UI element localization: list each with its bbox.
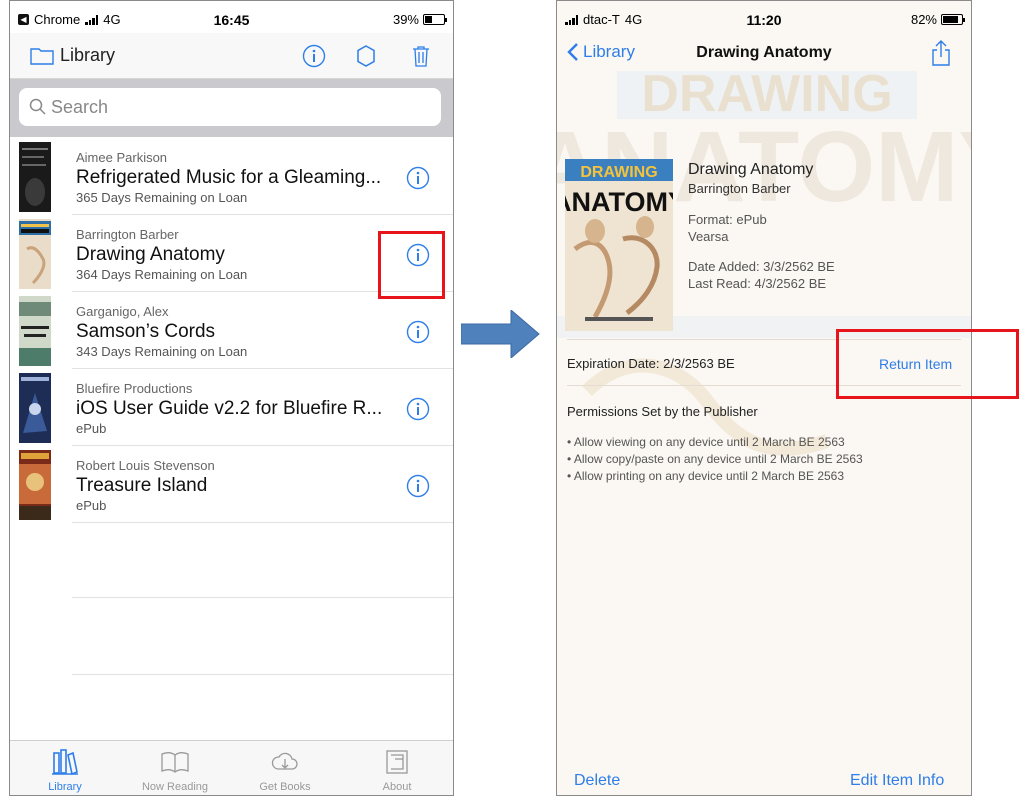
search-input[interactable]: Search [19, 88, 441, 126]
status-bar: ◀ Chrome 4G 16:45 39% [10, 1, 453, 33]
tab-about[interactable]: About [352, 741, 442, 795]
book-cover-image [19, 142, 51, 212]
book-title: Drawing Anatomy [76, 244, 225, 265]
row-divider [72, 597, 453, 598]
download-cloud-icon [271, 752, 298, 770]
info-icon[interactable] [302, 44, 326, 68]
list-item[interactable]: Robert Louis Stevenson Treasure Island e… [10, 446, 453, 523]
info-icon[interactable] [406, 166, 430, 190]
svg-text:ANATOMY: ANATOMY [565, 187, 673, 217]
tab-label: Library [48, 781, 82, 793]
library-icon [52, 749, 78, 776]
book-cover-image: DRAWING ANATOMY [565, 159, 673, 331]
book-cover-image [19, 450, 51, 520]
permission-item: • Allow viewing on any device until 2 Ma… [567, 435, 845, 449]
search-area: Search [10, 79, 453, 137]
last-read: Last Read: 4/3/2562 BE [688, 276, 827, 291]
library-nav-bar: Library [10, 33, 453, 79]
row-divider [72, 674, 453, 675]
book-author: Aimee Parkison [76, 150, 168, 165]
book-title: iOS User Guide v2.2 for Bluefire R... [76, 398, 383, 419]
edit-item-info-button[interactable]: Edit Item Info [850, 772, 944, 790]
info-icon[interactable] [406, 474, 430, 498]
search-placeholder: Search [51, 97, 109, 117]
detail-nav-bar: Library Drawing Anatomy [557, 33, 971, 73]
tab-get-books[interactable]: Get Books [240, 741, 330, 795]
book-detail: ePub [76, 498, 107, 513]
book-title: Samson’s Cords [76, 321, 216, 342]
book-list: Aimee Parkison Refrigerated Music for a … [10, 138, 453, 523]
permission-item: • Allow copy/paste on any device until 2… [567, 452, 863, 466]
book-detail: 364 Days Remaining on Loan [76, 267, 248, 282]
tab-label: Get Books [259, 781, 311, 793]
book-source: Vearsa [688, 229, 729, 244]
highlight-box [378, 231, 445, 299]
folder-icon[interactable] [30, 47, 54, 65]
book-title: Treasure Island [76, 475, 208, 496]
book-detail: 365 Days Remaining on Loan [76, 190, 248, 205]
clock: 16:45 [213, 12, 250, 28]
book-author: Barrington Barber [688, 181, 791, 196]
share-icon[interactable] [931, 39, 951, 67]
tab-bar: Library Now Reading Get Books About [10, 740, 453, 795]
battery-percent: 82% [910, 12, 937, 27]
book-title: Refrigerated Music for a Gleaming... [76, 167, 382, 188]
book-cover-image [19, 219, 51, 289]
tab-label: About [382, 781, 412, 793]
page-title: Drawing Anatomy [696, 44, 832, 61]
book-author: Garganigo, Alex [76, 304, 169, 319]
permission-item: • Allow printing on any device until 2 M… [567, 469, 845, 483]
book-author: Robert Louis Stevenson [76, 458, 215, 473]
clock: 11:20 [746, 12, 782, 28]
book-author: Bluefire Productions [76, 381, 193, 396]
delete-button[interactable]: Delete [574, 772, 620, 790]
book-detail: ePub [76, 421, 107, 436]
book-cover-image [19, 296, 51, 366]
library-screen: ◀ Chrome 4G 16:45 39% Library Search Aim… [9, 0, 454, 796]
book-detail: 343 Days Remaining on Loan [76, 344, 248, 359]
settings-gear-icon[interactable] [354, 44, 378, 68]
svg-text:DRAWING: DRAWING [580, 164, 657, 181]
open-book-icon [161, 751, 189, 773]
permissions-heading: Permissions Set by the Publisher [567, 404, 758, 419]
battery-icon [423, 14, 447, 25]
battery-icon [941, 14, 965, 25]
info-icon[interactable] [406, 397, 430, 421]
search-icon [29, 98, 46, 115]
list-item[interactable]: Bluefire Productions iOS User Guide v2.2… [10, 369, 453, 446]
list-item[interactable]: Garganigo, Alex Samson’s Cords 343 Days … [10, 292, 453, 369]
list-item[interactable]: Aimee Parkison Refrigerated Music for a … [10, 138, 453, 215]
row-divider [72, 522, 453, 523]
info-icon[interactable] [406, 320, 430, 344]
highlight-box [836, 329, 1019, 399]
battery-percent: 39% [392, 12, 419, 27]
library-title[interactable]: Library [60, 45, 115, 66]
book-title: Drawing Anatomy [688, 161, 814, 178]
book-cover-image [19, 373, 51, 443]
book-format: Format: ePub [688, 212, 767, 227]
date-added: Date Added: 3/3/2562 BE [688, 259, 835, 274]
expiration-date: Expiration Date: 2/3/2563 BE [567, 356, 735, 371]
status-bar: dtac-T 4G 11:20 82% [557, 1, 971, 33]
tab-label: Now Reading [141, 781, 209, 793]
arrow-right-icon [461, 310, 540, 358]
tab-now-reading[interactable]: Now Reading [130, 741, 220, 795]
tab-library[interactable]: Library [20, 741, 110, 795]
book-author: Barrington Barber [76, 227, 179, 242]
about-icon [386, 750, 408, 774]
trash-icon[interactable] [412, 45, 430, 67]
svg-text:DRAWING: DRAWING [641, 65, 892, 123]
